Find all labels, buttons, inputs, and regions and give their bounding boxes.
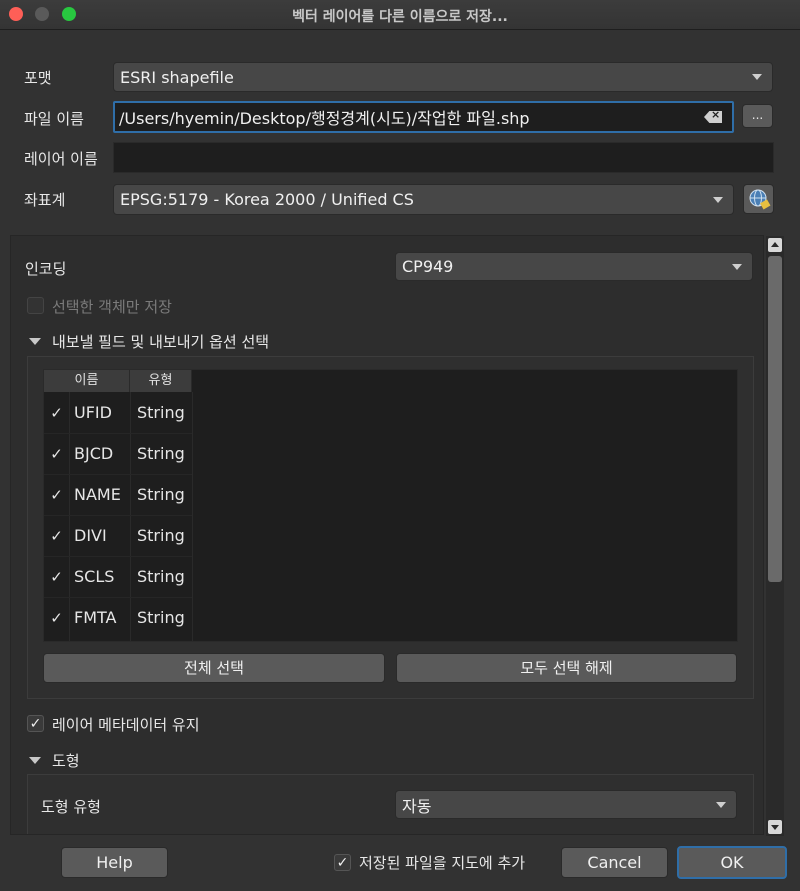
- table-header: 이름 유형: [44, 370, 192, 392]
- field-type: String: [137, 608, 185, 627]
- row-checkbox[interactable]: ✓: [44, 527, 69, 545]
- layer-name-label: 레이어 이름: [24, 150, 98, 168]
- table-row[interactable]: ✓ NAME String: [44, 474, 192, 515]
- encoding-label: 인코딩: [25, 260, 67, 278]
- selected-only-checkbox[interactable]: [27, 297, 44, 314]
- chevron-down-icon: [752, 74, 762, 80]
- ok-button[interactable]: OK: [677, 846, 787, 879]
- select-all-button[interactable]: 전체 선택: [43, 653, 385, 683]
- divider: [192, 392, 193, 641]
- field-name: BJCD: [74, 444, 114, 463]
- table-row[interactable]: ✓ FMTA String: [44, 597, 192, 638]
- crs-label: 좌표계: [24, 191, 66, 209]
- add-to-map-label: 저장된 파일을 지도에 추가: [359, 854, 526, 872]
- crs-select[interactable]: EPSG:5179 - Korea 2000 / Unified CS: [113, 184, 734, 215]
- layer-name-input[interactable]: [113, 142, 774, 173]
- table-row[interactable]: ✓ BJCD String: [44, 433, 192, 474]
- selected-only-label: 선택한 객체만 저장: [52, 298, 172, 316]
- chevron-down-icon: [732, 263, 742, 270]
- format-select[interactable]: ESRI shapefile: [113, 62, 773, 92]
- scroll-down-icon[interactable]: [768, 820, 782, 834]
- filename-input[interactable]: /Users/hyemin/Desktop/행정경계(시도)/작업한 파일.sh…: [113, 101, 734, 133]
- cancel-button[interactable]: Cancel: [561, 847, 668, 878]
- field-type: String: [137, 567, 185, 586]
- chevron-down-icon: [713, 196, 723, 203]
- geometry-type-label: 도형 유형: [41, 798, 101, 816]
- field-name: FMTA: [74, 608, 117, 627]
- format-value: ESRI shapefile: [120, 67, 234, 87]
- column-header-name[interactable]: 이름: [44, 370, 130, 392]
- field-name: NAME: [74, 485, 121, 504]
- deselect-all-button[interactable]: 모두 선택 해제: [396, 653, 737, 683]
- row-checkbox[interactable]: ✓: [44, 445, 69, 463]
- collapse-triangle-icon[interactable]: [29, 757, 41, 764]
- table-row[interactable]: ✓ SCLS String: [44, 556, 192, 597]
- row-checkbox[interactable]: ✓: [44, 486, 69, 504]
- crs-value: EPSG:5179 - Korea 2000 / Unified CS: [120, 190, 414, 209]
- help-button[interactable]: Help: [61, 847, 168, 878]
- table-row[interactable]: ✓ DIVI String: [44, 515, 192, 556]
- fields-section-label: 내보낼 필드 및 내보내기 옵션 선택: [52, 333, 270, 351]
- field-name: SCLS: [74, 567, 115, 586]
- filename-label: 파일 이름: [24, 110, 84, 128]
- format-label: 포맷: [24, 69, 52, 87]
- chevron-down-icon: [716, 801, 726, 808]
- field-name: UFID: [74, 403, 112, 422]
- row-checkbox[interactable]: ✓: [44, 609, 69, 627]
- options-scrollbar[interactable]: [766, 236, 784, 836]
- keep-metadata-checkbox[interactable]: ✓: [27, 715, 44, 732]
- fields-table: 이름 유형 ✓ UFID String ✓ BJCD String ✓ NAME…: [43, 369, 738, 642]
- filename-value: /Users/hyemin/Desktop/행정경계(시도)/작업한 파일.sh…: [119, 109, 530, 128]
- field-type: String: [137, 403, 185, 422]
- globe-icon: [749, 189, 771, 210]
- geometry-type-value: 자동: [402, 796, 432, 816]
- scrollbar-thumb[interactable]: [768, 256, 782, 582]
- encoding-select[interactable]: CP949: [395, 252, 753, 281]
- crs-selector-button[interactable]: [743, 184, 774, 214]
- field-type: String: [137, 444, 185, 463]
- field-name: DIVI: [74, 526, 107, 545]
- collapse-triangle-icon[interactable]: [29, 338, 41, 345]
- keep-metadata-label: 레이어 메타데이터 유지: [52, 716, 200, 734]
- options-panel: 인코딩 CP949 선택한 객체만 저장 내보낼 필드 및 내보내기 옵션 선택…: [10, 235, 764, 835]
- scroll-up-icon[interactable]: [768, 238, 782, 252]
- browse-button[interactable]: ...: [742, 104, 773, 128]
- geometry-section-label: 도형: [52, 752, 80, 770]
- clear-icon[interactable]: ×: [704, 111, 722, 123]
- row-checkbox[interactable]: ✓: [44, 568, 69, 586]
- row-checkbox[interactable]: ✓: [44, 404, 69, 422]
- title-bar: 벡터 레이어를 다른 이름으로 저장...: [0, 0, 800, 30]
- field-type: String: [137, 526, 185, 545]
- window-title: 벡터 레이어를 다른 이름으로 저장...: [292, 9, 508, 25]
- add-to-map-checkbox[interactable]: ✓: [334, 854, 351, 871]
- column-header-type[interactable]: 유형: [130, 370, 192, 392]
- table-row[interactable]: ✓ UFID String: [44, 392, 192, 433]
- geometry-type-select[interactable]: 자동: [395, 790, 737, 819]
- encoding-value: CP949: [402, 257, 454, 276]
- field-type: String: [137, 485, 185, 504]
